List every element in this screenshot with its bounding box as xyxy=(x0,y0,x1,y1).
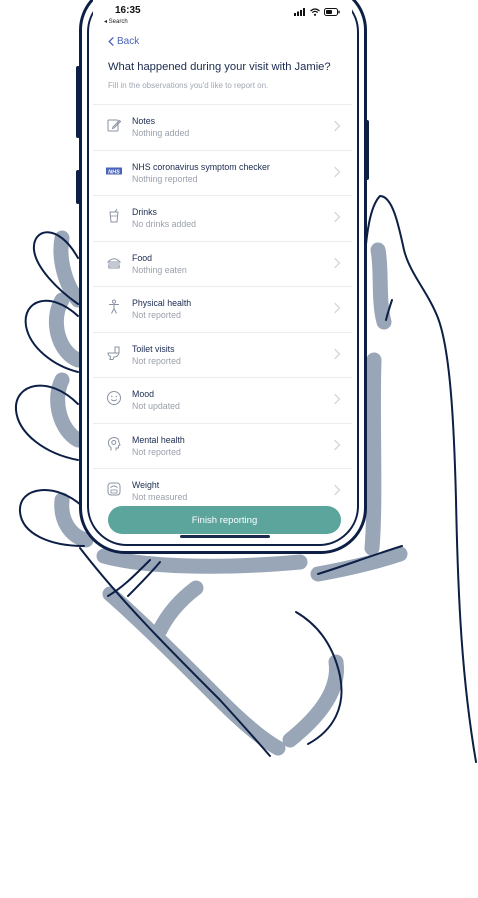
item-title: Mental health xyxy=(132,434,185,445)
item-status: Not reported xyxy=(132,446,181,457)
chevron-right-icon xyxy=(334,211,341,223)
list-item-nhs-checker[interactable]: NHS NHS coronavirus symptom checker Noth… xyxy=(93,149,352,196)
nhs-badge-text: NHS xyxy=(108,169,120,175)
item-title: NHS coronavirus symptom checker xyxy=(132,161,270,172)
item-status: Not measured xyxy=(132,492,188,502)
item-title: Physical health xyxy=(132,298,192,308)
status-time: 16:35 xyxy=(115,5,141,16)
notes-icon xyxy=(107,119,122,132)
nhs-icon: NHS xyxy=(106,167,122,175)
chevron-right-icon xyxy=(334,348,341,359)
physical-health-icon xyxy=(109,299,119,314)
item-status: Nothing reported xyxy=(132,173,198,184)
chevron-right-icon xyxy=(334,120,341,132)
power-button xyxy=(365,120,369,180)
finish-reporting-button[interactable]: Finish reporting xyxy=(108,506,341,534)
app-screen: 16:35 ◂ Search Back What happened during… xyxy=(93,0,352,540)
chevron-right-icon xyxy=(334,393,341,405)
chevron-right-icon xyxy=(334,302,341,314)
list-item-mental-health[interactable]: Mental health Not reported xyxy=(93,422,352,469)
signal-icon xyxy=(294,8,305,16)
chevron-right-icon xyxy=(334,439,341,450)
observation-list: Notes Nothing added NHS NHS coronavirus … xyxy=(93,104,352,514)
food-icon xyxy=(106,257,122,268)
chevron-right-icon xyxy=(334,484,341,496)
chevron-right-icon xyxy=(334,166,341,177)
drinks-icon xyxy=(109,208,119,223)
volume-down-button xyxy=(76,170,80,204)
list-item-mood[interactable]: Mood Not updated xyxy=(93,377,352,423)
list-item-toilet-visits[interactable]: Toilet visits Not reported xyxy=(93,331,352,378)
volume-up-button xyxy=(76,66,80,138)
wifi-icon xyxy=(310,8,320,16)
mental-health-icon xyxy=(107,436,121,450)
page-subtitle: Fill in the observations you'd like to r… xyxy=(108,81,269,90)
item-status: Nothing eaten xyxy=(132,264,187,275)
toilet-icon xyxy=(107,346,120,360)
item-status: Not reported xyxy=(132,310,181,320)
item-status: Not reported xyxy=(132,355,181,366)
page-title: What happened during your visit with Jam… xyxy=(108,61,331,73)
back-label: Back xyxy=(117,36,140,47)
battery-icon xyxy=(324,8,340,16)
back-button[interactable]: Back xyxy=(108,36,139,47)
item-title: Mood xyxy=(132,389,155,399)
list-item-notes[interactable]: Notes Nothing added xyxy=(93,104,352,150)
item-title: Notes xyxy=(132,116,155,126)
item-title: Drinks xyxy=(132,207,157,217)
mood-icon xyxy=(107,391,121,405)
chevron-right-icon xyxy=(334,257,341,268)
status-bar: 16:35 ◂ Search xyxy=(93,0,352,28)
list-item-food[interactable]: Food Nothing eaten xyxy=(93,240,352,287)
weight-icon xyxy=(107,482,121,496)
chevron-left-icon xyxy=(108,37,114,46)
list-item-physical-health[interactable]: Physical health Not reported xyxy=(93,286,352,332)
item-status: Nothing added xyxy=(132,128,190,138)
item-title: Food xyxy=(132,252,153,263)
item-title: Toilet visits xyxy=(132,343,175,354)
list-item-drinks[interactable]: Drinks No drinks added xyxy=(93,195,352,241)
back-to-search-link[interactable]: ◂ Search xyxy=(104,18,128,25)
item-title: Weight xyxy=(132,480,160,490)
home-indicator xyxy=(180,535,270,538)
item-status: Not updated xyxy=(132,401,180,411)
status-icons xyxy=(294,8,340,16)
item-status: No drinks added xyxy=(132,219,197,229)
